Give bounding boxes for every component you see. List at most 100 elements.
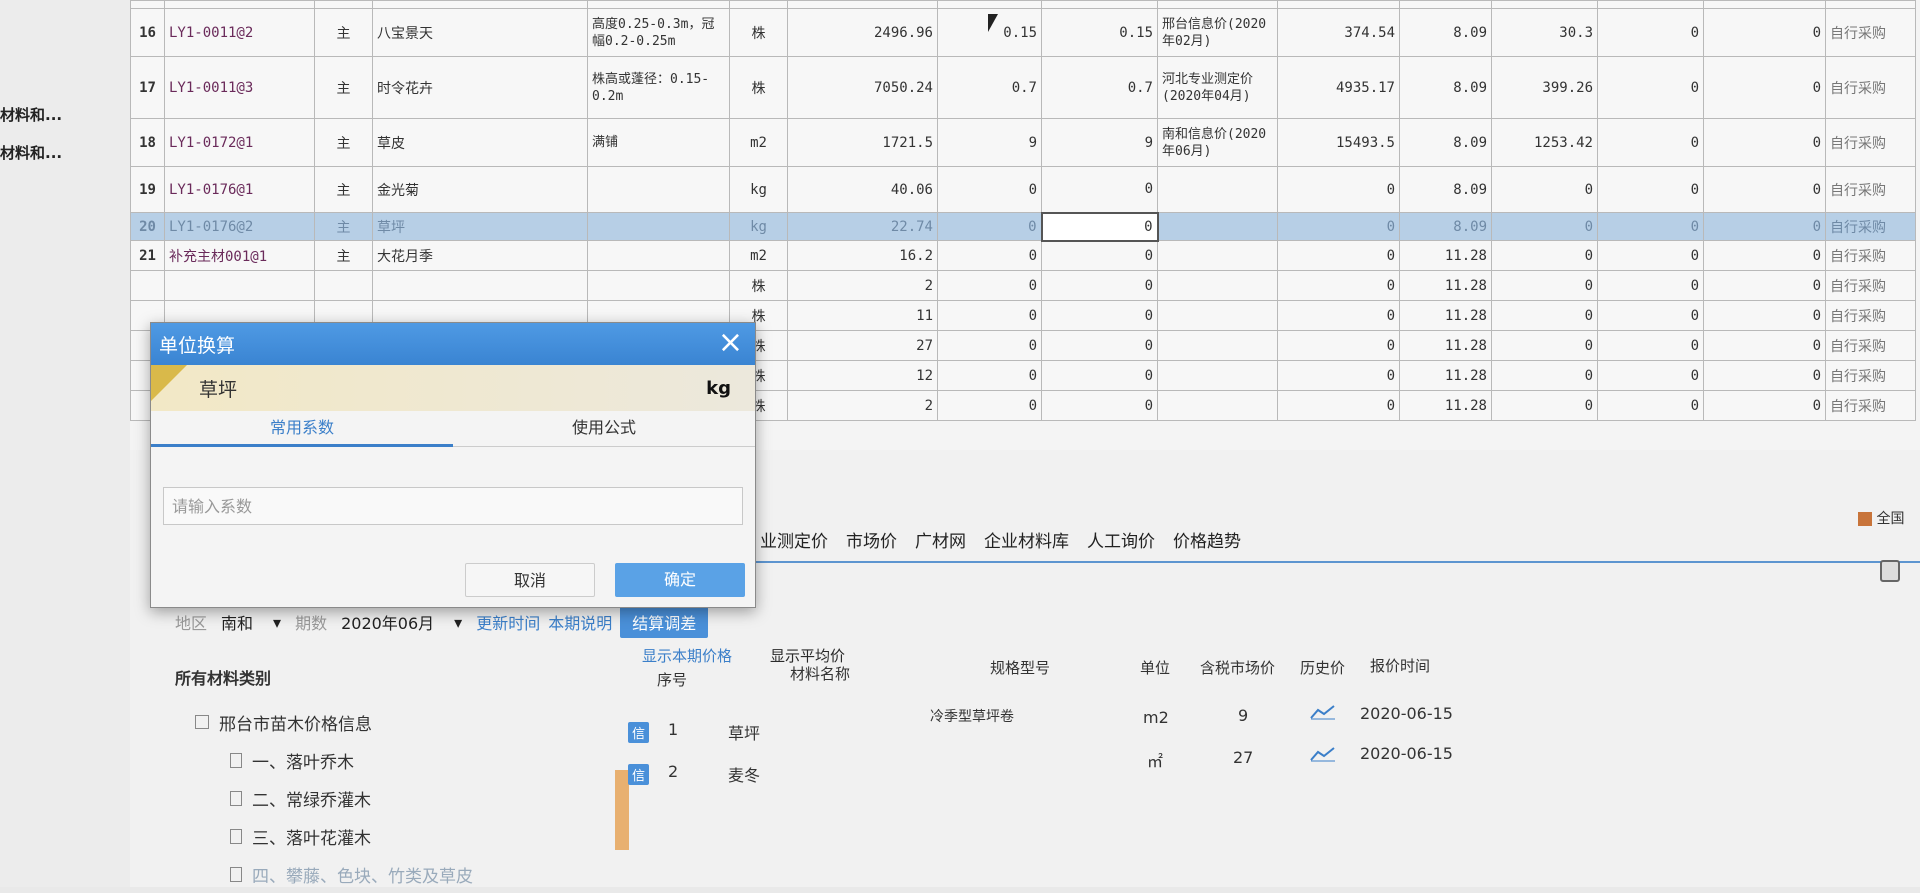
cell-code[interactable]: LY1-0176@2 — [164, 212, 315, 241]
close-icon[interactable]: × — [718, 328, 743, 358]
cell-qty[interactable]: 11 — [787, 300, 938, 331]
tree-node[interactable]: 一、落叶乔木 — [175, 741, 615, 779]
cell-qty[interactable]: 1721.5 — [787, 118, 938, 167]
tree-node[interactable]: 三、落叶花灌木 — [175, 817, 615, 855]
cell-v4[interactable]: 0 — [1597, 212, 1704, 241]
cell-v2[interactable]: 11.28 — [1399, 360, 1492, 391]
tree-node[interactable]: 四、攀藤、色块、竹类及草皮 — [175, 855, 615, 893]
cell-mode[interactable]: 自行采购 — [1825, 118, 1916, 167]
cell-v4[interactable]: 0 — [1597, 240, 1704, 271]
update-time-link[interactable]: 更新时间 — [476, 610, 540, 634]
cell-unit[interactable]: 株 — [729, 270, 788, 301]
cell-qty[interactable]: 2 — [787, 390, 938, 421]
cell-mode[interactable]: 自行采购 — [1825, 390, 1916, 421]
tab-enterprise-library[interactable]: 企业材料库 — [984, 527, 1069, 552]
cell-src[interactable] — [1157, 240, 1278, 271]
cell-v5[interactable]: 0 — [1703, 212, 1826, 241]
cell-c2[interactable]: 0.15 — [1041, 8, 1158, 57]
cell-v1[interactable]: 0 — [1277, 166, 1400, 213]
cell-unit[interactable]: m2 — [729, 118, 788, 167]
cell-name[interactable]: 草坪 — [372, 212, 588, 241]
cell-v3[interactable]: 0 — [1491, 390, 1598, 421]
cell-type[interactable] — [314, 270, 373, 301]
cell-c1[interactable]: 0 — [937, 270, 1042, 301]
cell-mode[interactable]: 自行采购 — [1825, 212, 1916, 241]
cell-c2[interactable]: 0 — [1041, 330, 1158, 361]
cell-src[interactable] — [1157, 270, 1278, 301]
cell-v4[interactable]: 0 — [1597, 56, 1704, 119]
cell-c2[interactable]: 0 — [1041, 240, 1158, 271]
cell-no[interactable] — [130, 270, 165, 301]
cell-qty[interactable]: 7050.24 — [787, 56, 938, 119]
cell-v4[interactable]: 0 — [1597, 360, 1704, 391]
cell-spec[interactable]: 株高或蓬径：0.15-0.2m — [587, 56, 730, 119]
cell-v5[interactable]: 0 — [1703, 166, 1826, 213]
cell-v2[interactable]: 11.28 — [1399, 240, 1492, 271]
cell-v2[interactable]: 11.28 — [1399, 330, 1492, 361]
cell-spec[interactable]: 高度0.25-0.3m，冠幅0.2-0.25m — [587, 8, 730, 57]
cell-v2[interactable]: 8.09 — [1399, 8, 1492, 57]
cell-v2[interactable]: 11.28 — [1399, 390, 1492, 421]
cell-unit[interactable]: 株 — [729, 8, 788, 57]
cell-c2[interactable]: 0.7 — [1041, 56, 1158, 119]
nationwide-button[interactable]: 全国 — [1858, 508, 1918, 532]
cell-v5[interactable]: 0 — [1703, 56, 1826, 119]
tab-market-price[interactable]: 市场价 — [846, 527, 897, 552]
cell-qty[interactable]: 12 — [787, 360, 938, 391]
cell-v2[interactable]: 8.09 — [1399, 166, 1492, 213]
tab-manual-inquiry[interactable]: 人工询价 — [1087, 527, 1155, 552]
cell-c2[interactable]: 0 — [1041, 390, 1158, 421]
cell-type[interactable]: 主 — [314, 212, 373, 241]
cell-type[interactable]: 主 — [314, 8, 373, 57]
cell-code[interactable]: 补充主材001@1 — [164, 240, 315, 271]
cell-type[interactable]: 主 — [314, 118, 373, 167]
cell-v5[interactable]: 0 — [1703, 390, 1826, 421]
table-row[interactable]: 株 2 0 0 0 11.28 0 0 0 自行采购 — [130, 270, 1916, 301]
cell-v4[interactable]: 0 — [1597, 390, 1704, 421]
cell-v2[interactable]: 8.09 — [1399, 212, 1492, 241]
cell-v4[interactable]: 0 — [1597, 270, 1704, 301]
cell-no[interactable]: 20 — [130, 212, 165, 241]
cell-no[interactable]: 17 — [130, 56, 165, 119]
cell-code[interactable]: LY1-0011@3 — [164, 56, 315, 119]
cell-v5[interactable]: 0 — [1703, 8, 1826, 57]
cell-v3[interactable]: 0 — [1491, 300, 1598, 331]
tab-measured-price[interactable]: 业测定价 — [760, 527, 828, 552]
tab-price-trend[interactable]: 价格趋势 — [1173, 527, 1241, 552]
cell-v4[interactable]: 0 — [1597, 118, 1704, 167]
table-row[interactable]: 19 LY1-0176@1 主金光菊 kg 40.06 0 0 0 8.09 0 0 0 自行采购 — [130, 166, 1916, 213]
cell-no[interactable]: 21 — [130, 240, 165, 271]
cell-mode[interactable]: 自行采购 — [1825, 240, 1916, 271]
cell-mode[interactable]: 自行采购 — [1825, 270, 1916, 301]
left-label-1[interactable]: 材料和... — [0, 104, 62, 125]
cell-v4[interactable]: 0 — [1597, 166, 1704, 213]
cell-name[interactable]: 草皮 — [372, 118, 588, 167]
cell-v2[interactable]: 11.28 — [1399, 270, 1492, 301]
period-note-link[interactable]: 本期说明 — [548, 610, 612, 634]
collapse-icon[interactable] — [195, 715, 209, 729]
cell-v1[interactable]: 0 — [1277, 390, 1400, 421]
cell-v5[interactable]: 0 — [1703, 330, 1826, 361]
cancel-button[interactable]: 取消 — [465, 563, 595, 597]
cell-spec[interactable]: 满铺 — [587, 118, 730, 167]
cell-v1[interactable]: 374.54 — [1277, 8, 1400, 57]
cell-v3[interactable]: 0 — [1491, 360, 1598, 391]
cell-code[interactable]: LY1-0011@2 — [164, 8, 315, 57]
lock-icon[interactable] — [1880, 560, 1900, 582]
cell-c1[interactable]: 0 — [937, 360, 1042, 391]
cell-v1[interactable]: 0 — [1277, 212, 1400, 241]
cell-v4[interactable]: 0 — [1597, 300, 1704, 331]
cell-unit[interactable]: kg — [729, 166, 788, 213]
settle-adjust-button[interactable]: 结算调差 — [620, 606, 709, 638]
table-row[interactable]: 21 补充主材001@1 主大花月季 m2 16.2 0 0 0 11.28 0 0 0 自行采购 — [130, 240, 1916, 271]
cell-v1[interactable]: 0 — [1277, 240, 1400, 271]
cell-c2[interactable]: 0 — [1041, 300, 1158, 331]
cell-v1[interactable]: 4935.17 — [1277, 56, 1400, 119]
tab-use-formula[interactable]: 使用公式 — [453, 411, 755, 447]
cell-name[interactable]: 大花月季 — [372, 240, 588, 271]
cell-spec[interactable] — [587, 166, 730, 213]
cell-v3[interactable]: 0 — [1491, 166, 1598, 213]
table-row[interactable]: 20 LY1-0176@2 主草坪 kg 22.74 0 0 0 8.09 0 0 0 自行采购 — [130, 211, 1916, 242]
cell-v1[interactable]: 0 — [1277, 300, 1400, 331]
cell-v1[interactable]: 0 — [1277, 270, 1400, 301]
